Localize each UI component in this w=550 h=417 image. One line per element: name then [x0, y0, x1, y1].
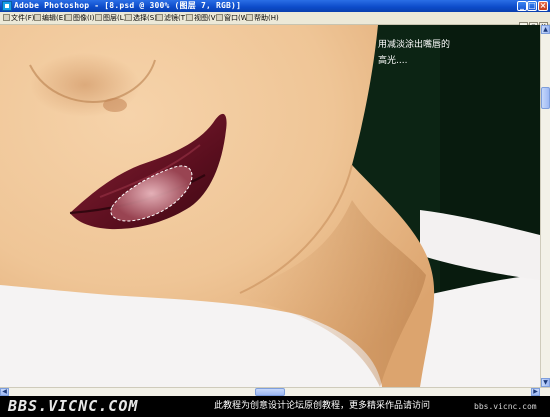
vertical-scrollbar[interactable]: ▲ ▼	[540, 25, 550, 387]
painted-face-artwork	[0, 25, 540, 387]
menu-label: 帮助(H)	[254, 14, 279, 22]
title-bar[interactable]: Adobe Photoshop - [8.psd @ 300% (图层 7, R…	[0, 0, 550, 12]
menu-icon	[3, 14, 10, 21]
menu-bar: 文件(F) 编辑(E) 图像(I) 图层(L) 选择(S) 滤镜(T) 视图(V…	[0, 12, 550, 31]
menu-help[interactable]: 帮助(H)	[246, 12, 279, 24]
menu-select[interactable]: 选择(S)	[125, 12, 157, 24]
menu-label: 文件(F)	[11, 14, 35, 22]
photoshop-icon	[2, 1, 12, 11]
menu-view[interactable]: 视图(V)	[186, 12, 218, 24]
menu-icon	[34, 14, 41, 21]
watermark-footer: BBS.VICNC.COM 此教程为创意设计论坛原创教程，更多精采作品请访问 b…	[0, 396, 550, 417]
menu-label: 编辑(E)	[42, 14, 66, 22]
menu-edit[interactable]: 编辑(E)	[34, 12, 66, 24]
maximize-button[interactable]: □	[527, 1, 537, 11]
menu-label: 视图(V)	[194, 14, 219, 22]
minimize-button[interactable]: _	[517, 1, 527, 11]
menu-icon	[65, 14, 72, 21]
menu-label: 图层(L)	[103, 14, 127, 22]
menu-icon	[156, 14, 163, 21]
menu-icon	[246, 14, 253, 21]
menu-icon	[95, 14, 102, 21]
document-canvas[interactable]: 用减淡涂出嘴唇的 高光....	[0, 25, 540, 387]
footer-site-link[interactable]: bbs.vicnc.com	[474, 396, 537, 417]
menu-label: 图像(I)	[73, 14, 95, 22]
menu-icon	[125, 14, 132, 21]
close-button[interactable]: ×	[538, 1, 548, 11]
menu-image[interactable]: 图像(I)	[65, 12, 95, 24]
menu-label: 选择(S)	[133, 14, 157, 22]
menu-file[interactable]: 文件(F)	[3, 12, 35, 24]
menu-icon	[186, 14, 193, 21]
scroll-left-arrow-icon[interactable]: ◀	[0, 388, 9, 396]
footer-notice: 此教程为创意设计论坛原创教程，更多精采作品请访问	[214, 401, 431, 411]
scroll-down-arrow-icon[interactable]: ▼	[541, 378, 550, 387]
caption-line: 高光....	[378, 56, 408, 66]
scroll-up-arrow-icon[interactable]: ▲	[541, 25, 550, 34]
menu-label: 滤镜(T)	[164, 14, 188, 22]
horizontal-scroll-thumb[interactable]	[255, 388, 285, 396]
vertical-scroll-thumb[interactable]	[541, 87, 550, 109]
window-title: Adobe Photoshop - [8.psd @ 300% (图层 7, R…	[14, 1, 242, 10]
site-logo: BBS.VICNC.COM	[8, 397, 139, 415]
caption-line: 用减淡涂出嘴唇的	[378, 40, 451, 50]
horizontal-scrollbar[interactable]: ◀ ▶	[0, 387, 550, 396]
menu-filter[interactable]: 滤镜(T)	[156, 12, 188, 24]
tutorial-caption: 用减淡涂出嘴唇的 高光....	[378, 37, 488, 69]
menu-layer[interactable]: 图层(L)	[95, 12, 126, 24]
photoshop-window: Adobe Photoshop - [8.psd @ 300% (图层 7, R…	[0, 0, 550, 417]
menu-icon	[216, 14, 223, 21]
scroll-right-arrow-icon[interactable]: ▶	[531, 388, 540, 396]
